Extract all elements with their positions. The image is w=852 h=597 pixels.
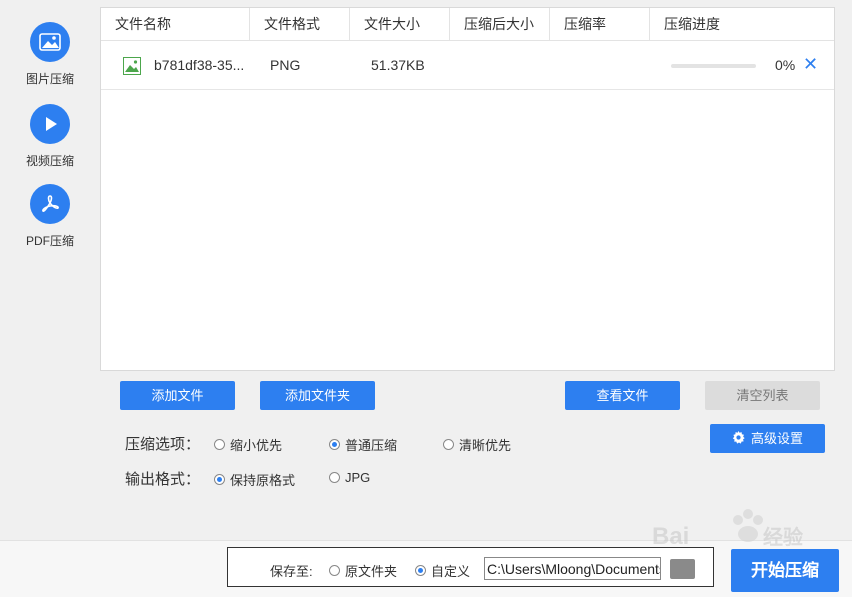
gear-icon [732,425,745,454]
column-header-size: 文件大小 [350,8,450,40]
radio-button [415,565,426,576]
save-path-input[interactable] [484,557,661,580]
advanced-settings-label: 高级设置 [750,431,803,446]
save-option-custom[interactable]: 自定义 [415,561,470,580]
compress-option-normal[interactable]: 普通压缩 [329,435,397,454]
file-size: 51.37KB [371,57,425,73]
save-to-label: 保存至: [270,564,313,579]
column-header-format: 文件格式 [250,8,350,40]
sidebar-item-label: 图片压缩 [25,72,74,86]
output-format-label: 输出格式： [125,471,201,488]
radio-label: 普通压缩 [345,438,398,453]
remove-row-icon[interactable]: ✕ [803,54,818,75]
format-option-original[interactable]: 保持原格式 [214,470,295,489]
view-files-button[interactable]: 查看文件 [565,381,680,410]
add-file-button[interactable]: 添加文件 [120,381,235,410]
table-header: 文件名称 文件格式 文件大小 压缩后大小 压缩率 压缩进度 [101,8,834,41]
add-folder-button[interactable]: 添加文件夹 [260,381,375,410]
compress-option-smallest[interactable]: 缩小优先 [214,435,282,454]
progress-percent: 0% [775,57,796,73]
compress-options-label: 压缩选项： [125,436,201,453]
radio-label: 自定义 [431,564,471,579]
save-option-original-folder[interactable]: 原文件夹 [329,561,397,580]
footer-bar: 保存至: 原文件夹 自定义 开始压缩 [0,540,852,597]
radio-button [329,565,340,576]
radio-label: JPG [345,470,371,485]
image-file-icon [123,57,141,78]
sidebar-item-label: 视频压缩 [25,154,74,168]
main-content: 文件名称 文件格式 文件大小 压缩后大小 压缩率 压缩进度 b781df38-3… [100,0,852,540]
column-header-progress: 压缩进度 [664,16,720,32]
format-option-jpg[interactable]: JPG [329,470,370,485]
radio-label: 缩小优先 [230,438,283,453]
file-name: b781df38-35... [154,57,245,73]
image-icon [30,22,70,62]
play-icon [30,104,70,144]
radio-button [214,474,225,485]
column-header-name: 文件名称 [101,8,250,40]
folder-browse-icon[interactable] [670,559,695,579]
radio-button [443,439,454,450]
file-list-panel: 文件名称 文件格式 文件大小 压缩后大小 压缩率 压缩进度 b781df38-3… [100,7,835,371]
column-header-compressed-size: 压缩后大小 [450,8,550,40]
table-row[interactable]: b781df38-35... PNG 51.37KB 0% ✕ [101,42,834,90]
progress-bar [671,64,756,68]
sidebar-item-image-compress[interactable]: 图片压缩 [0,22,100,87]
radio-label: 原文件夹 [345,564,398,579]
column-header-ratio: 压缩率 [550,8,650,40]
clear-list-button[interactable]: 清空列表 [705,381,820,410]
radio-button [329,439,340,450]
radio-label: 清晰优先 [459,438,512,453]
sidebar-item-label: PDF压缩 [25,234,74,248]
sidebar-item-video-compress[interactable]: 视频压缩 [0,104,100,169]
sidebar: 图片压缩 视频压缩 PDF压缩 [0,0,100,540]
radio-button [329,472,340,483]
compress-option-clarity[interactable]: 清晰优先 [443,435,511,454]
pdf-icon [30,184,70,224]
sidebar-item-pdf-compress[interactable]: PDF压缩 [0,184,100,249]
radio-label: 保持原格式 [230,473,296,488]
advanced-settings-button[interactable]: 高级设置 [710,424,825,453]
file-format: PNG [270,57,301,73]
radio-button [214,439,225,450]
start-compress-button[interactable]: 开始压缩 [731,549,839,592]
save-location-box: 保存至: 原文件夹 自定义 [227,547,714,587]
